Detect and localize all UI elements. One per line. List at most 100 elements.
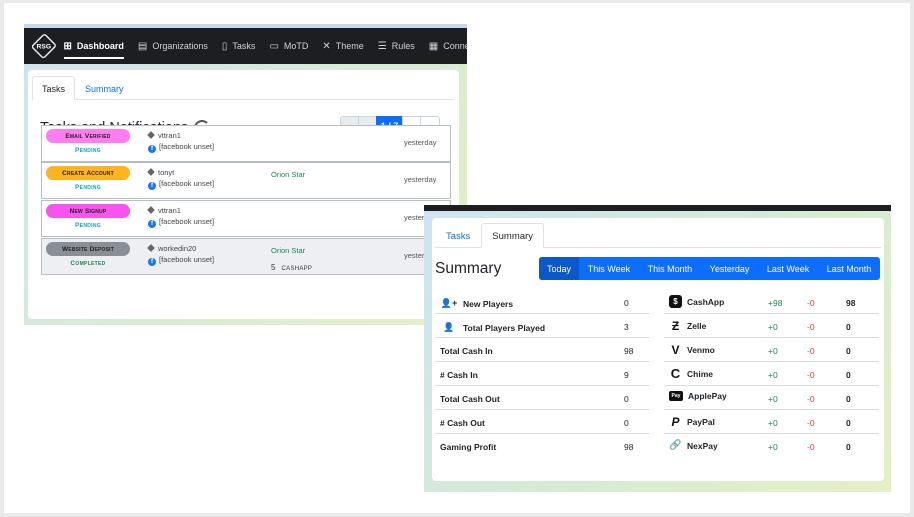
window-icon: ▭ [269,40,279,52]
username-line: tonyt [147,167,214,178]
nav-item-conne[interactable]: ▦ Conne [429,28,467,64]
nav-item-theme[interactable]: ✕ Theme [322,28,363,64]
facebook-line: f [facebook unset] [148,141,214,153]
username[interactable]: workedin20 [158,244,196,253]
paypal-icon: P [671,414,680,429]
venmo-icon: V [671,342,680,357]
period-this-week-button[interactable]: This Week [579,257,639,280]
payment-row: 🔗 NexPay +0 -0 0 [664,434,879,458]
nav-item-label: Organizations [152,41,208,51]
username[interactable]: vttran1 [158,131,181,140]
stat-label-group: Total Cash Out [440,394,500,404]
task-row[interactable]: Create Account Pending tonyt f [facebook uns… [41,162,451,199]
tab-tasks[interactable]: Tasks [435,223,481,248]
window-top-bar [424,205,891,211]
username[interactable]: vttran1 [158,206,181,215]
tab-summary[interactable]: Summary [481,223,544,248]
facebook-icon: f [148,258,156,266]
user-cube-icon [147,244,155,252]
payment-label-group: C Chime [669,366,713,381]
username-line: vttran1 [147,205,214,216]
payment-total: 0 [846,442,851,452]
facebook-icon: f [148,220,156,228]
period-today-button[interactable]: Today [539,257,579,280]
period-yesterday-button[interactable]: Yesterday [701,257,758,280]
stat-value: 98 [624,346,634,356]
task-user: vttran1 f [facebook unset] [147,205,214,228]
tasks-window: RSG ⊞ Dashboard ▤ Organizations ▯ Tasks ▭ MoTD ✕… [24,24,467,325]
payment-row: Ƶ Zelle +0 -0 0 [664,314,879,338]
period-button-group: Today This Week This Month Yesterday Last We… [539,257,880,280]
period-last-week-button[interactable]: Last Week [758,257,818,280]
stat-label-group: Total Cash In [440,346,493,356]
payment-total: 0 [846,322,851,332]
task-status: Pending [75,222,101,229]
nav-item-tasks[interactable]: ▯ Tasks [222,28,256,64]
payment-out: -0 [807,394,815,404]
payment-label-group: Pay ApplePay [669,391,727,401]
stat-value: 98 [624,442,634,452]
payment-in: +0 [768,418,778,428]
payment-label-group: P PayPal [669,414,714,429]
task-time: yesterday [404,175,437,184]
nav-item-dashboard[interactable]: ⊞ Dashboard [63,28,125,64]
payment-row: Pay ApplePay +0 -0 0 [664,386,879,410]
task-time: yesterday [404,138,437,147]
app-logo[interactable]: RSG [30,32,57,60]
nav-item-organizations[interactable]: ▤ Organizations [138,28,208,64]
payment-row: V Venmo +0 -0 0 [664,338,879,362]
task-type-badge: Website Deposit [46,242,130,256]
stat-row: 👤+ New Players 0 [435,290,649,314]
top-navbar: RSG ⊞ Dashboard ▤ Organizations ▯ Tasks ▭ MoTD ✕… [24,28,467,64]
payment-out: -0 [807,298,815,308]
task-amount: 5 CASHAPP [271,263,312,272]
facebook-status: [facebook unset] [159,179,215,188]
stat-label: Gaming Profit [440,442,497,452]
task-user: tonyt f [facebook unset] [147,167,214,190]
payment-row: $ CashApp +98 -0 98 [664,290,879,314]
task-row[interactable]: New Signup Pending vttran1 f [facebook unset… [41,200,451,237]
payment-in: +0 [768,346,778,356]
payment-in: +98 [768,298,783,308]
username[interactable]: tonyt [158,168,174,177]
zelle-icon: Ƶ [671,318,680,333]
payment-row: P PayPal +0 -0 0 [664,410,879,434]
stat-value: 0 [624,394,629,404]
stat-label: # Cash Out [440,418,485,428]
facebook-line: f [facebook unset] [148,254,214,266]
stat-label: Total Cash In [440,346,493,356]
nav-item-label: Theme [335,41,364,51]
stat-label-group: # Cash In [440,370,478,380]
task-type-badge: Create Account [46,166,130,180]
stat-label: # Cash In [440,370,478,380]
nav-item-motd[interactable]: ▭ MoTD [269,28,308,64]
period-last-month-button[interactable]: Last Month [818,257,880,280]
facebook-line: f [facebook unset] [148,216,214,228]
task-row[interactable]: Email Verified Pending vttran1 f [facebook u… [41,125,451,162]
task-row[interactable]: Website Deposit Completed workedin20 f [face… [41,238,451,275]
payment-total: 0 [846,394,851,404]
facebook-icon: f [148,182,156,190]
task-game: Orion Star [271,170,306,179]
stat-label: Total Cash Out [440,394,500,404]
summary-tab-bar: Tasks Summary [435,223,881,248]
user-plus-icon: 👤+ [440,298,458,308]
user-cube-icon [147,131,155,139]
period-this-month-button[interactable]: This Month [639,257,701,280]
payment-in: +0 [768,442,778,452]
payment-out: -0 [807,370,815,380]
nav-item-label: MoTD [283,41,309,51]
stat-row: Gaming Profit 98 [435,434,649,458]
username-line: vttran1 [147,130,214,141]
facebook-line: f [facebook unset] [148,178,214,190]
payment-total: 0 [846,418,851,428]
tab-summary[interactable]: Summary [75,76,134,100]
user-cube-icon [147,168,155,176]
task-status: Pending [75,147,101,154]
nav-item-rules[interactable]: ☰ Rules [378,28,415,64]
payment-in: +0 [768,322,778,332]
stat-value: 0 [624,418,629,428]
tab-tasks[interactable]: Tasks [32,76,76,100]
task-type-badge: Email Verified [46,129,130,143]
chime-icon: C [670,366,681,381]
